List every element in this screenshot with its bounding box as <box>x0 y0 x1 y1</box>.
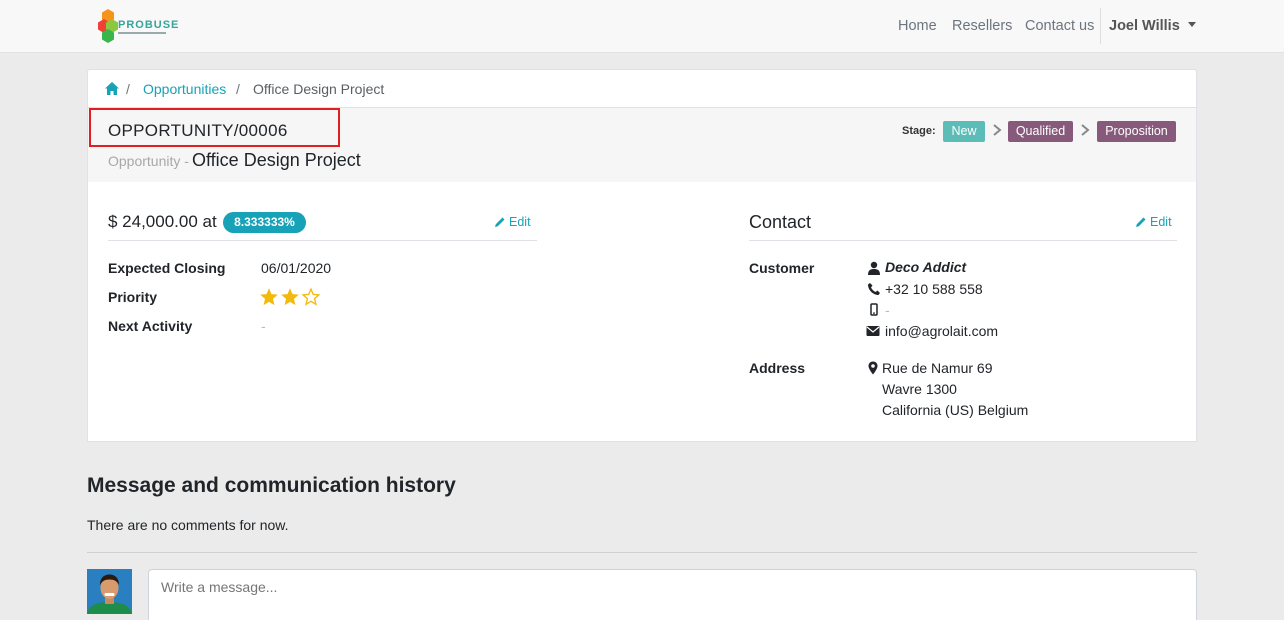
divider <box>108 240 537 241</box>
customer-email[interactable]: info@agrolait.com <box>885 323 998 339</box>
opportunity-name: Office Design Project <box>192 150 361 170</box>
next-activity-value: - <box>261 318 266 334</box>
user-avatar-icon <box>87 569 132 614</box>
map-marker-icon <box>868 361 878 375</box>
chevron-right-icon <box>993 124 1002 136</box>
no-comments-text: There are no comments for now. <box>87 517 289 533</box>
stage-new: New <box>943 121 985 142</box>
caret-down-icon <box>1187 21 1196 27</box>
contact-title: Contact <box>749 212 812 232</box>
user-icon <box>868 261 880 275</box>
address-line-1: Rue de Namur 69 <box>882 360 993 376</box>
stage-proposition: Proposition <box>1097 121 1176 142</box>
divider <box>749 240 1177 241</box>
nav-home[interactable]: Home <box>898 18 937 34</box>
edit-contact-link[interactable]: Edit <box>1136 215 1172 229</box>
address-line-2: Wavre 1300 <box>882 381 957 397</box>
brand-logo[interactable]: PROBUSE <box>98 9 178 45</box>
address-line-3: California (US) Belgium <box>882 402 1029 418</box>
mobile-icon <box>870 303 878 316</box>
expected-revenue: $ 24,000.00 at <box>108 212 217 231</box>
user-name: Joel Willis <box>1109 18 1180 34</box>
edit-label: Edit <box>1150 215 1172 229</box>
envelope-icon <box>866 326 880 336</box>
logo-hexagons-icon <box>98 9 118 43</box>
message-history-title: Message and communication history <box>87 474 456 497</box>
divider <box>87 552 1197 553</box>
phone-icon <box>868 283 880 295</box>
breadcrumb-separator: / <box>126 81 130 97</box>
breadcrumb-separator: / <box>236 81 240 97</box>
priority-label: Priority <box>108 289 158 305</box>
breadcrumb-opportunities[interactable]: Opportunities <box>143 81 226 97</box>
top-navbar: PROBUSE Home Resellers Contact us Joel W… <box>0 0 1284 53</box>
customer-label: Customer <box>749 260 815 276</box>
opportunity-details: $ 24,000.00 at 8.333333% Edit Expected C… <box>87 182 1197 442</box>
stage-qualified: Qualified <box>1008 121 1073 142</box>
star-filled-icon[interactable] <box>280 287 300 307</box>
pencil-icon <box>1136 217 1146 227</box>
nav-contact-us[interactable]: Contact us <box>1025 18 1094 34</box>
opportunity-header: OPPORTUNITY/00006 Opportunity - Office D… <box>87 107 1197 183</box>
edit-details-link[interactable]: Edit <box>495 215 531 229</box>
star-empty-icon[interactable] <box>301 287 321 307</box>
star-filled-icon[interactable] <box>259 287 279 307</box>
edit-label: Edit <box>509 215 531 229</box>
home-icon[interactable] <box>105 82 119 95</box>
nav-divider <box>1100 8 1101 44</box>
breadcrumb: / Opportunities / Office Design Project <box>87 69 1197 108</box>
avatar <box>87 569 132 614</box>
probability-badge: 8.333333% <box>223 212 306 233</box>
expected-closing-value: 06/01/2020 <box>261 260 332 276</box>
address-label: Address <box>749 360 806 376</box>
opportunity-reference: OPPORTUNITY/00006 <box>108 121 288 140</box>
brand-name: PROBUSE <box>118 19 180 31</box>
message-input[interactable] <box>148 569 1197 620</box>
customer-mobile: - <box>885 302 890 318</box>
opportunity-type-label: Opportunity - <box>108 153 189 169</box>
pencil-icon <box>495 217 505 227</box>
expected-closing-label: Expected Closing <box>108 260 226 276</box>
stage-label: Stage: <box>902 125 936 137</box>
user-menu[interactable]: Joel Willis <box>1109 18 1196 34</box>
breadcrumb-current: Office Design Project <box>253 81 385 97</box>
customer-phone: +32 10 588 558 <box>885 281 983 297</box>
brand-tagline-line <box>118 32 166 34</box>
customer-name: Deco Addict <box>885 259 967 275</box>
next-activity-label: Next Activity <box>108 318 193 334</box>
nav-resellers[interactable]: Resellers <box>952 18 1012 34</box>
chevron-right-icon <box>1081 124 1090 136</box>
